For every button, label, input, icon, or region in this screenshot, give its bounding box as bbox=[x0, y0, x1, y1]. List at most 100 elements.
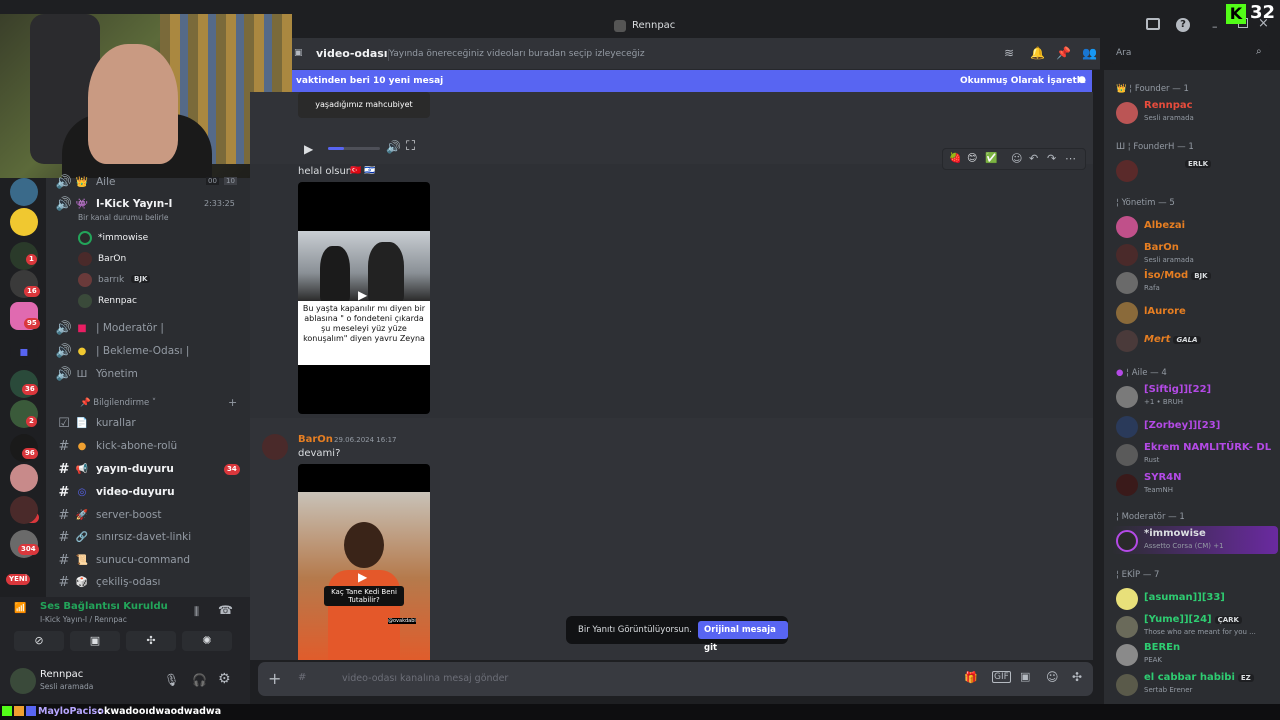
sticker-icon[interactable]: ▣ bbox=[1020, 670, 1030, 683]
mark-read-button[interactable]: Okunmuş Olarak İşaretle bbox=[960, 76, 1086, 86]
member-item[interactable]: BEREn PEAK bbox=[1112, 640, 1278, 668]
video-play-icon[interactable]: ▶ bbox=[358, 288, 367, 302]
member-item[interactable]: ERLK bbox=[1112, 156, 1278, 184]
member-item[interactable]: [Zorbey]][23] bbox=[1112, 412, 1278, 440]
member-item[interactable]: [Siftig]][22] +1 • BRUH bbox=[1112, 382, 1278, 410]
fullscreen-icon[interactable]: ⛶ bbox=[406, 139, 415, 154]
voice-status-channel[interactable]: I-Kick Yayın-I / Rennpac bbox=[40, 615, 127, 624]
member-item[interactable]: el cabbar habibi EZ Sertab Erener bbox=[1112, 670, 1278, 698]
avatar bbox=[1116, 330, 1138, 352]
member-item[interactable]: Albezai bbox=[1112, 212, 1278, 240]
server-icon[interactable] bbox=[10, 464, 38, 492]
add-channel-icon[interactable]: + bbox=[228, 396, 237, 409]
text-channel[interactable]: # 📢 yayın-duyuru 34 bbox=[46, 459, 250, 479]
server-icon[interactable] bbox=[10, 178, 38, 206]
plus-icon[interactable]: + bbox=[268, 669, 281, 688]
add-reaction-icon[interactable]: ☺ bbox=[1011, 152, 1022, 165]
video-embed[interactable]: ▶ Bu yaşta kapanılır mı diyen bir ablası… bbox=[298, 182, 430, 414]
disconnect-icon[interactable]: ☎ bbox=[218, 603, 233, 617]
member-section-title: Ш ¦ FounderH — 1 bbox=[1116, 142, 1194, 152]
inbox-icon[interactable] bbox=[1146, 18, 1160, 30]
flag-emoji-icon: 🇹🇷 🇮🇱 bbox=[350, 166, 376, 176]
play-icon[interactable]: ▶ bbox=[304, 142, 313, 156]
emoji-icon[interactable]: ☺ bbox=[1046, 670, 1059, 684]
voice-user[interactable]: BarOn bbox=[78, 251, 238, 269]
channel-status[interactable]: Bir kanal durumu belirle bbox=[78, 213, 168, 222]
member-section-title: ¦ Yönetim — 5 bbox=[1116, 198, 1175, 208]
message-author[interactable]: BarOn bbox=[298, 434, 333, 445]
server-icon[interactable] bbox=[10, 208, 38, 236]
reaction-icon[interactable]: 🍓 bbox=[949, 153, 961, 164]
settings-icon[interactable]: ⚙ bbox=[218, 671, 231, 687]
sub-badge-icon bbox=[14, 706, 24, 716]
text-channel[interactable]: # 📜 sunucu-command bbox=[46, 550, 250, 570]
text-channel[interactable]: # ● kick-abone-rolü bbox=[46, 436, 250, 456]
minimize-button[interactable]: – bbox=[1212, 20, 1218, 33]
member-item[interactable]: İso/Mod BJK Rafa bbox=[1112, 268, 1278, 296]
user-name[interactable]: Rennpac bbox=[40, 669, 83, 680]
voice-channel-aile[interactable]: 🔊 👑 Aile 00 10 bbox=[46, 172, 250, 192]
screen-share-button[interactable]: ▣ bbox=[70, 631, 120, 651]
member-item[interactable]: [asuman]][33] bbox=[1112, 584, 1278, 612]
forward-icon[interactable]: ↷ bbox=[1047, 152, 1056, 165]
voice-user[interactable]: barrık BJK bbox=[78, 272, 238, 290]
help-icon[interactable]: ? bbox=[1176, 18, 1190, 32]
text-channel[interactable]: # 🎲 çekiliş-odası bbox=[46, 572, 250, 592]
voice-channel-kick[interactable]: 🔊 👾 I-Kick Yayın-I 2:33:25 bbox=[46, 194, 250, 214]
voice-user[interactable]: *immowise bbox=[78, 230, 238, 248]
headphones-icon[interactable]: 🎧 bbox=[192, 673, 207, 687]
voice-user[interactable]: Rennpac bbox=[78, 293, 238, 311]
signal-icon[interactable]: 📶 bbox=[14, 603, 26, 614]
voice-channel-bekleme[interactable]: 🔊 ● | Bekleme-Odası | bbox=[46, 341, 250, 361]
avatar bbox=[1116, 386, 1138, 408]
member-item[interactable]: Mert GALA bbox=[1112, 326, 1278, 354]
reply-icon[interactable]: ↶ bbox=[1029, 152, 1038, 165]
noise-suppression-icon[interactable]: ⫼ bbox=[194, 605, 199, 619]
message-actions: 🍓 😊 ✅ ☺ ↶ ↷ ⋯ bbox=[942, 148, 1086, 170]
search-input[interactable]: Ara ⌕ bbox=[1110, 44, 1270, 64]
members-icon[interactable]: 👥 bbox=[1082, 46, 1097, 60]
server-icon[interactable] bbox=[10, 496, 38, 524]
jump-to-message-button[interactable]: Orijinal mesaja git bbox=[698, 621, 788, 653]
mark-read-icon: ● bbox=[1078, 75, 1086, 85]
gif-icon[interactable]: GIF bbox=[992, 671, 1011, 683]
microphone-icon[interactable]: 🎙 bbox=[164, 673, 179, 687]
member-item[interactable]: [Yume]][24] ÇARK Those who are meant for y… bbox=[1112, 612, 1278, 640]
channel-topic[interactable]: Yayında önereceğiniz videoları buradan s… bbox=[389, 49, 645, 59]
new-messages-bar[interactable]: vaktinden beri 10 yeni mesaj Okunmuş Ola… bbox=[292, 70, 1092, 92]
video-play-icon[interactable]: ▶ bbox=[358, 570, 367, 584]
gift-icon[interactable]: 🎁 bbox=[964, 671, 978, 684]
category-bilgilendirme[interactable]: 📌 Bilgilendirme ˅ bbox=[80, 398, 156, 408]
threads-icon[interactable]: ≋ bbox=[1004, 46, 1014, 60]
folder-icon[interactable]: ▪ bbox=[10, 338, 38, 366]
text-channel[interactable]: ☑ 📄 kurallar bbox=[46, 413, 250, 433]
apps-icon[interactable]: ✣ bbox=[1072, 670, 1082, 684]
bell-icon[interactable]: 🔔 bbox=[1030, 46, 1045, 60]
camera-button[interactable]: ⊘ bbox=[14, 631, 64, 651]
avatar[interactable] bbox=[262, 434, 288, 460]
more-icon[interactable]: ⋯ bbox=[1065, 152, 1076, 165]
member-item[interactable]: *immowise Assetto Corsa (CM) +1 bbox=[1112, 526, 1278, 554]
voice-channel-moderator[interactable]: 🔊 ■ | Moderatör | bbox=[46, 318, 250, 338]
text-channel[interactable]: # 🚀 server-boost bbox=[46, 505, 250, 525]
member-item[interactable]: Rennpac Sesli aramada bbox=[1112, 98, 1278, 126]
text-channel[interactable]: # ◎ video-duyuru bbox=[46, 482, 250, 502]
voice-channel-yonetim[interactable]: 🔊 Ш Yönetim bbox=[46, 364, 250, 384]
member-item[interactable]: BarOn Sesli aramada bbox=[1112, 240, 1278, 268]
progress-bar[interactable] bbox=[328, 147, 380, 150]
volume-icon[interactable]: 🔊 bbox=[386, 140, 401, 154]
message-composer[interactable]: + # video-odası kanalına mesaj gönder 🎁 … bbox=[258, 662, 1093, 696]
avatar[interactable] bbox=[10, 668, 36, 694]
pin-icon[interactable]: 📌 bbox=[1056, 46, 1071, 60]
activities-button[interactable]: ✣ bbox=[126, 631, 176, 651]
text-channel[interactable]: # 🔗 sınırsız-davet-linki bbox=[46, 527, 250, 547]
video-embed[interactable]: ▶ Kaç Tane Kedi Beni Tutabilir? @ovakdab… bbox=[298, 464, 430, 660]
video-embed-previous[interactable]: yaşadığımız mahcubiyet bbox=[298, 92, 430, 118]
member-item[interactable]: Ekrem NAMLITÜRK- DL Rust bbox=[1112, 440, 1278, 468]
check-icon[interactable]: ✅ bbox=[985, 153, 997, 164]
server-badge: 2 bbox=[26, 416, 37, 427]
member-item[interactable]: SYR4N TeamNH bbox=[1112, 470, 1278, 498]
reaction-icon[interactable]: 😊 bbox=[967, 153, 977, 164]
member-item[interactable]: lAurore bbox=[1112, 298, 1278, 326]
soundboard-button[interactable]: ✺ bbox=[182, 631, 232, 651]
